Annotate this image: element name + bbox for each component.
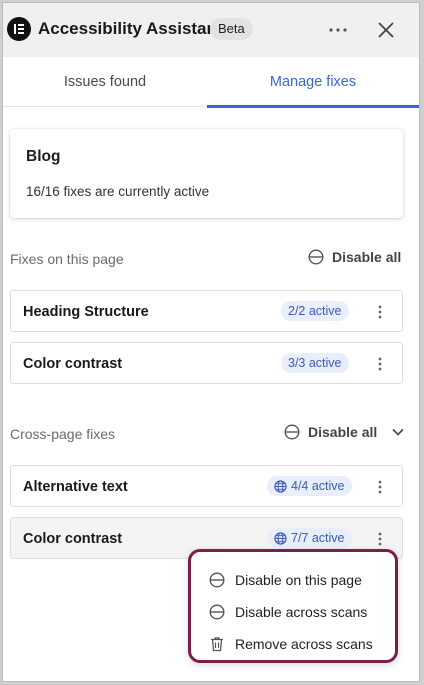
section-label-cross-page-fixes: Cross-page fixes (10, 426, 116, 442)
accessibility-assistant-panel: Accessibility Assistant Beta Issues foun… (2, 2, 420, 682)
status-text: 2/2 active (288, 304, 342, 318)
fix-name: Alternative text (23, 479, 128, 495)
disable-all-page-button[interactable]: Disable all (308, 249, 401, 265)
status-text: 4/4 active (291, 479, 345, 493)
disable-icon (209, 572, 225, 588)
globe-icon (274, 531, 287, 545)
chevron-down-icon[interactable] (391, 425, 405, 439)
panel-title: Accessibility Assistant (38, 19, 223, 38)
menu-item-disable-across-scans[interactable]: Disable across scans (209, 604, 367, 620)
menu-item-label: Disable across scans (235, 604, 368, 620)
summary-card: Blog 16/16 fixes are currently active (10, 129, 403, 218)
menu-item-remove-across-scans[interactable]: Remove across scans (209, 636, 373, 652)
fix-name: Color contrast (23, 531, 123, 547)
panel-header: Accessibility Assistant Beta (3, 3, 419, 57)
more-vertical-button[interactable] (372, 354, 388, 374)
more-vertical-icon (378, 305, 382, 319)
section-label-page-fixes: Fixes on this page (10, 251, 124, 267)
disable-icon (308, 249, 324, 265)
menu-item-label: Disable on this page (235, 572, 362, 588)
more-vertical-button[interactable] (372, 302, 388, 322)
disable-icon (284, 424, 300, 440)
more-vertical-button[interactable] (372, 529, 388, 549)
status-text: 7/7 active (291, 531, 345, 545)
fix-card-alternative-text[interactable]: Alternative text 4/4 active (10, 465, 403, 507)
elementor-logo-icon (7, 17, 31, 41)
more-horizontal-icon (329, 28, 347, 32)
status-badge: 3/3 active (281, 353, 349, 373)
status-badge: 7/7 active (267, 528, 352, 548)
more-options-button[interactable] (325, 17, 351, 43)
tab-issues-found[interactable]: Issues found (3, 57, 207, 107)
close-icon (378, 22, 394, 38)
status-badge: 4/4 active (267, 476, 352, 496)
trash-icon (211, 637, 223, 652)
disable-icon (209, 604, 225, 620)
tab-manage-fixes[interactable]: Manage fixes (207, 57, 419, 108)
fix-name: Color contrast (23, 356, 123, 372)
summary-title: Blog (26, 148, 61, 165)
fix-options-menu: Disable on this page Disable across scan… (188, 549, 398, 663)
fix-card-heading-structure[interactable]: Heading Structure 2/2 active (10, 290, 403, 332)
menu-item-label: Remove across scans (235, 636, 373, 652)
disable-all-label: Disable all (332, 249, 402, 265)
menu-item-disable-on-page[interactable]: Disable on this page (209, 572, 362, 588)
fix-card-color-contrast-page[interactable]: Color contrast 3/3 active (10, 342, 403, 384)
summary-subtitle: 16/16 fixes are currently active (26, 184, 210, 199)
more-vertical-icon (378, 532, 382, 546)
status-text: 3/3 active (288, 356, 342, 370)
tab-bar: Issues found Manage fixes (3, 57, 419, 108)
more-vertical-icon (378, 357, 382, 371)
more-vertical-button[interactable] (372, 477, 388, 497)
beta-badge: Beta (210, 18, 253, 40)
more-vertical-icon (378, 480, 382, 494)
close-button[interactable] (373, 17, 399, 43)
fix-name: Heading Structure (23, 304, 149, 320)
disable-all-label: Disable all (308, 424, 378, 440)
disable-all-cross-page-button[interactable]: Disable all (284, 424, 405, 440)
globe-icon (274, 479, 287, 493)
status-badge: 2/2 active (281, 301, 349, 321)
